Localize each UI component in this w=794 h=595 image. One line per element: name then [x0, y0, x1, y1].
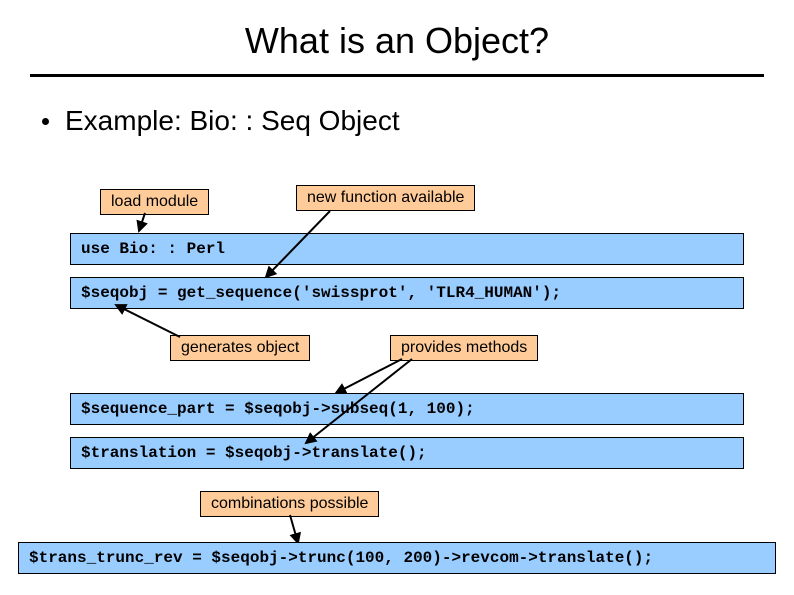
code-translation: $translation = $seqobj->translate();	[70, 437, 744, 469]
title-underline	[30, 74, 764, 77]
code-sequence-part: $sequence_part = $seqobj->subseq(1, 100)…	[70, 393, 744, 425]
content-area: Example: Bio: : Seq Object load module n…	[0, 105, 794, 137]
bullet-icon	[42, 118, 49, 125]
arrow-icon	[330, 357, 410, 397]
label-load-module: load module	[100, 189, 209, 215]
label-combinations: combinations possible	[200, 491, 379, 517]
code-seqobj: $seqobj = get_sequence('swissprot', 'TLR…	[70, 277, 744, 309]
slide-title: What is an Object?	[0, 0, 794, 74]
label-generates-object: generates object	[170, 335, 310, 361]
bullet-text: Example: Bio: : Seq Object	[65, 105, 400, 137]
label-provides-methods: provides methods	[390, 335, 538, 361]
code-trans-trunc: $trans_trunc_rev = $seqobj->trunc(100, 2…	[18, 542, 776, 574]
bullet-item: Example: Bio: : Seq Object	[42, 105, 764, 137]
label-new-function: new function available	[296, 185, 475, 211]
code-use-perl: use Bio: : Perl	[70, 233, 744, 265]
